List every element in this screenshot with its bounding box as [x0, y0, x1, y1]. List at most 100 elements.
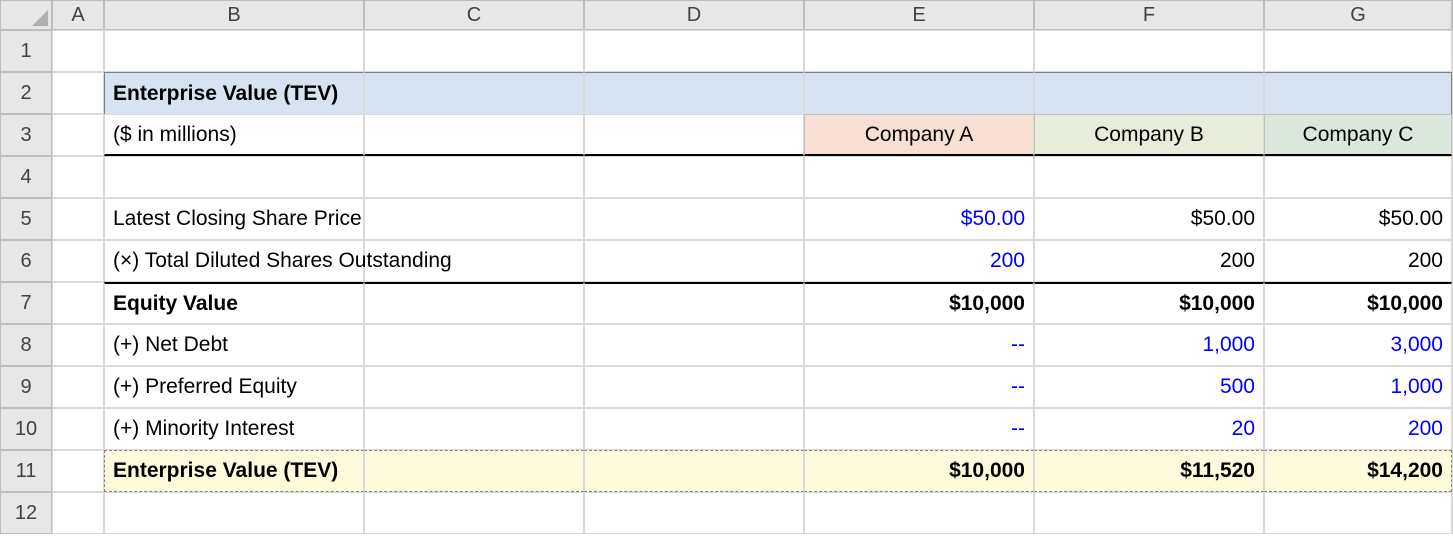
label-pref-equity[interactable]: (+) Preferred Equity: [104, 366, 364, 408]
company-b-header[interactable]: Company B: [1034, 114, 1264, 156]
cell-E1[interactable]: [804, 30, 1034, 72]
cell-A6[interactable]: [52, 240, 104, 282]
diluted-shares-c[interactable]: 200: [1264, 240, 1452, 282]
label-equity-value[interactable]: Equity Value: [104, 282, 364, 324]
cell-E2[interactable]: [804, 72, 1034, 114]
tev-a[interactable]: $10,000: [804, 450, 1034, 492]
row-header-2[interactable]: 2: [0, 72, 52, 114]
company-c-header[interactable]: Company C: [1264, 114, 1452, 156]
cell-D12[interactable]: [584, 492, 804, 534]
net-debt-a[interactable]: --: [804, 324, 1034, 366]
cell-D3[interactable]: [584, 114, 804, 156]
cell-C12[interactable]: [364, 492, 584, 534]
cell-A10[interactable]: [52, 408, 104, 450]
label-minority[interactable]: (+) Minority Interest: [104, 408, 364, 450]
cell-C11[interactable]: [364, 450, 584, 492]
col-header-B[interactable]: B: [104, 0, 364, 30]
label-net-debt[interactable]: (+) Net Debt: [104, 324, 364, 366]
col-header-E[interactable]: E: [804, 0, 1034, 30]
tev-c[interactable]: $14,200: [1264, 450, 1452, 492]
title-cell[interactable]: Enterprise Value (TEV): [104, 72, 364, 114]
cell-G2[interactable]: [1264, 72, 1452, 114]
cell-F12[interactable]: [1034, 492, 1264, 534]
row-header-5[interactable]: 5: [0, 198, 52, 240]
cell-A1[interactable]: [52, 30, 104, 72]
cell-A8[interactable]: [52, 324, 104, 366]
pref-equity-b[interactable]: 500: [1034, 366, 1264, 408]
cell-A2[interactable]: [52, 72, 104, 114]
row-header-11[interactable]: 11: [0, 450, 52, 492]
row-header-8[interactable]: 8: [0, 324, 52, 366]
pref-equity-a[interactable]: --: [804, 366, 1034, 408]
cell-D10[interactable]: [584, 408, 804, 450]
cell-D9[interactable]: [584, 366, 804, 408]
cell-C9[interactable]: [364, 366, 584, 408]
share-price-c[interactable]: $50.00: [1264, 198, 1452, 240]
col-header-C[interactable]: C: [364, 0, 584, 30]
cell-C7[interactable]: [364, 282, 584, 324]
equity-value-b[interactable]: $10,000: [1034, 282, 1264, 324]
row-header-6[interactable]: 6: [0, 240, 52, 282]
cell-D5[interactable]: [584, 198, 804, 240]
cell-A5[interactable]: [52, 198, 104, 240]
cell-E12[interactable]: [804, 492, 1034, 534]
col-header-A[interactable]: A: [52, 0, 104, 30]
share-price-b[interactable]: $50.00: [1034, 198, 1264, 240]
cell-C8[interactable]: [364, 324, 584, 366]
net-debt-c[interactable]: 3,000: [1264, 324, 1452, 366]
row-header-12[interactable]: 12: [0, 492, 52, 534]
cell-A3[interactable]: [52, 114, 104, 156]
company-a-header[interactable]: Company A: [804, 114, 1034, 156]
row-header-9[interactable]: 9: [0, 366, 52, 408]
cell-C10[interactable]: [364, 408, 584, 450]
cell-D1[interactable]: [584, 30, 804, 72]
cell-C5[interactable]: [364, 198, 584, 240]
cell-C3[interactable]: [364, 114, 584, 156]
cell-C1[interactable]: [364, 30, 584, 72]
cell-A12[interactable]: [52, 492, 104, 534]
diluted-shares-a[interactable]: 200: [804, 240, 1034, 282]
row-header-7[interactable]: 7: [0, 282, 52, 324]
cell-D8[interactable]: [584, 324, 804, 366]
cell-D4[interactable]: [584, 156, 804, 198]
cell-C2[interactable]: [364, 72, 584, 114]
cell-B12[interactable]: [104, 492, 364, 534]
row-header-10[interactable]: 10: [0, 408, 52, 450]
cell-D11[interactable]: [584, 450, 804, 492]
cell-D6[interactable]: [584, 240, 804, 282]
cell-A9[interactable]: [52, 366, 104, 408]
share-price-a[interactable]: $50.00: [804, 198, 1034, 240]
cell-G1[interactable]: [1264, 30, 1452, 72]
cell-B4[interactable]: [104, 156, 364, 198]
row-header-4[interactable]: 4: [0, 156, 52, 198]
cell-C4[interactable]: [364, 156, 584, 198]
cell-F4[interactable]: [1034, 156, 1264, 198]
cell-D2[interactable]: [584, 72, 804, 114]
diluted-shares-b[interactable]: 200: [1034, 240, 1264, 282]
minority-b[interactable]: 20: [1034, 408, 1264, 450]
net-debt-b[interactable]: 1,000: [1034, 324, 1264, 366]
label-diluted-shares[interactable]: (×) Total Diluted Shares Outstanding: [104, 240, 364, 282]
cell-A7[interactable]: [52, 282, 104, 324]
cell-G12[interactable]: [1264, 492, 1452, 534]
cell-A11[interactable]: [52, 450, 104, 492]
cell-F1[interactable]: [1034, 30, 1264, 72]
col-header-G[interactable]: G: [1264, 0, 1452, 30]
row-header-3[interactable]: 3: [0, 114, 52, 156]
col-header-D[interactable]: D: [584, 0, 804, 30]
spreadsheet-grid[interactable]: A B C D E F G 1 2 Enterprise Value (TEV)…: [0, 0, 1453, 556]
cell-F2[interactable]: [1034, 72, 1264, 114]
subtitle-cell[interactable]: ($ in millions): [104, 114, 364, 156]
row-header-1[interactable]: 1: [0, 30, 52, 72]
equity-value-c[interactable]: $10,000: [1264, 282, 1452, 324]
cell-E4[interactable]: [804, 156, 1034, 198]
col-header-F[interactable]: F: [1034, 0, 1264, 30]
cell-D7[interactable]: [584, 282, 804, 324]
cell-B1[interactable]: [104, 30, 364, 72]
select-all-corner[interactable]: [0, 0, 52, 30]
cell-G4[interactable]: [1264, 156, 1452, 198]
minority-a[interactable]: --: [804, 408, 1034, 450]
label-share-price[interactable]: Latest Closing Share Price: [104, 198, 364, 240]
label-tev[interactable]: Enterprise Value (TEV): [104, 450, 364, 492]
equity-value-a[interactable]: $10,000: [804, 282, 1034, 324]
